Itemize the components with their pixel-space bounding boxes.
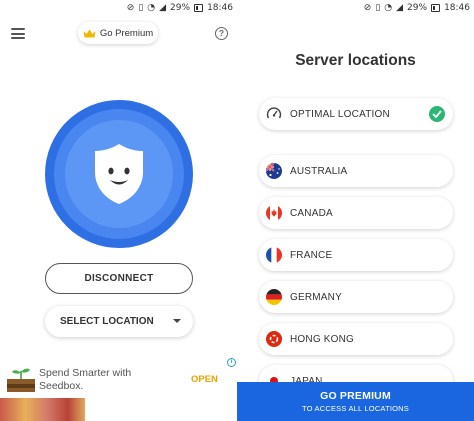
page-title: Server locations (295, 52, 416, 69)
premium-banner-title: GO PREMIUM (320, 390, 391, 402)
go-premium-banner[interactable]: GO PREMIUM TO ACCESS ALL LOCATIONS (237, 382, 474, 421)
shield-face-icon (95, 144, 143, 204)
hamburger-menu-icon[interactable] (11, 28, 25, 39)
status-bar: ⊘ ▯ ◔ ◢ 29% 18:46 (364, 0, 474, 16)
go-premium-button[interactable]: Go Premium (78, 22, 158, 44)
location-label: AUSTRALIA (290, 165, 348, 177)
vibrate-icon: ▯ (138, 2, 144, 13)
location-label: OPTIMAL LOCATION (290, 108, 390, 120)
nfc-icon: ⊘ (363, 2, 372, 13)
clock: 18:46 (207, 3, 233, 13)
location-item-canada[interactable]: CANADA (259, 197, 453, 229)
premium-banner-subtitle: TO ACCESS ALL LOCATIONS (302, 404, 409, 413)
select-location-dropdown[interactable]: SELECT LOCATION (45, 306, 193, 337)
disconnect-button[interactable]: DISCONNECT (45, 263, 193, 294)
seedbox-logo-icon (7, 368, 35, 392)
canada-flag-icon (266, 205, 282, 221)
location-item-hong-kong[interactable]: HONG KONG (259, 323, 453, 355)
go-premium-label: Go Premium (99, 27, 154, 39)
status-bar: ⊘ ▯ ◔ ◢ 29% 18:46 (127, 0, 237, 16)
help-icon[interactable]: ? (215, 27, 228, 40)
nfc-icon: ⊘ (126, 2, 135, 13)
germany-flag-icon (266, 289, 282, 305)
france-flag-icon (266, 247, 282, 263)
ad-open-button[interactable]: OPEN (191, 374, 218, 385)
main-screen: ⊘ ▯ ◔ ◢ 29% 18:46 Go Premium ? DISCONNEC… (0, 0, 237, 421)
battery-percent: 29% (407, 3, 428, 13)
battery-percent: 29% (170, 3, 191, 13)
ad-text: Spend Smarter with Seedbox. (39, 367, 132, 392)
location-label: FRANCE (290, 249, 333, 261)
clock: 18:46 (444, 3, 470, 13)
location-label: HONG KONG (290, 333, 355, 345)
battery-icon (431, 4, 441, 12)
location-item-germany[interactable]: GERMANY (259, 281, 453, 313)
battery-icon (194, 4, 204, 12)
location-label: GERMANY (290, 291, 342, 303)
vibrate-icon: ▯ (375, 2, 381, 13)
australia-flag-icon (266, 163, 282, 179)
hong-kong-flag-icon (266, 331, 282, 347)
location-item-optimal[interactable]: OPTIMAL LOCATION (259, 98, 453, 130)
location-label: CANADA (290, 207, 333, 219)
speedometer-icon (266, 107, 282, 119)
ad-banner[interactable]: i Spend Smarter with Seedbox. OPEN (0, 358, 237, 421)
chevron-down-icon (173, 319, 181, 323)
vpn-connection-indicator[interactable] (45, 100, 193, 248)
location-item-australia[interactable]: AUSTRALIA (259, 155, 453, 187)
signal-icon: ◢ (159, 2, 167, 13)
select-location-label: SELECT LOCATION (60, 316, 154, 327)
location-item-france[interactable]: FRANCE (259, 239, 453, 271)
check-icon (429, 106, 445, 122)
wifi-icon: ◔ (384, 2, 393, 13)
signal-icon: ◢ (396, 2, 404, 13)
crown-icon (83, 29, 96, 37)
ad-info-icon[interactable]: i (227, 358, 236, 367)
wifi-icon: ◔ (147, 2, 156, 13)
ad-image (0, 398, 85, 421)
